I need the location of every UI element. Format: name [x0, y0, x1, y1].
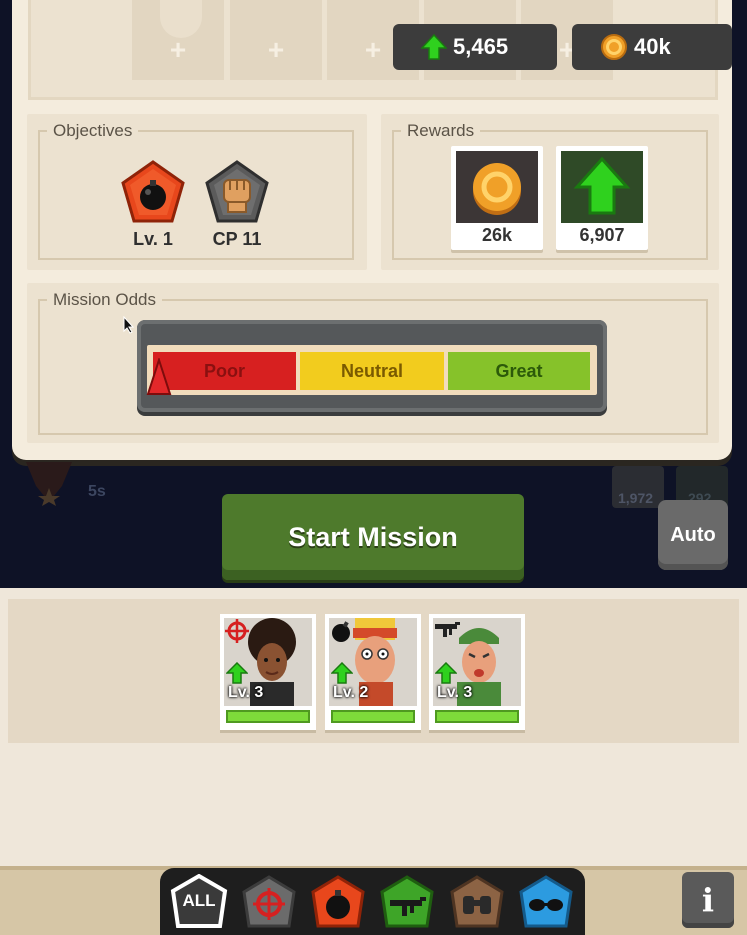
timer-text: 5s [88, 483, 106, 500]
squad-card-1[interactable]: Lv. 3 [220, 614, 316, 730]
auto-button[interactable]: Auto [658, 500, 728, 570]
up-arrow-icon [226, 662, 248, 684]
start-mission-button[interactable]: Start Mission [222, 494, 524, 580]
coins-counter: 40k [572, 24, 732, 70]
odds-segment-great: Great [448, 352, 590, 390]
binoculars-icon [450, 875, 504, 928]
squad-card-2[interactable]: Lv. 2 [325, 614, 421, 730]
crosshair-icon [242, 875, 296, 928]
filter-all-label: ALL [182, 891, 216, 910]
rifle-icon [380, 875, 434, 928]
rewards-box: Rewards [381, 114, 719, 270]
upgrade-points-value: 5,465 [453, 34, 509, 59]
info-button[interactable]: i [682, 872, 734, 928]
filter-stealth[interactable] [517, 874, 575, 932]
up-arrow-icon [435, 662, 457, 684]
reward-upgrade-card[interactable]: 6,907 [556, 146, 648, 250]
up-arrow-icon [573, 156, 631, 215]
soldier-level: Lv. 3 [228, 684, 264, 701]
crosshair-icon [225, 619, 249, 643]
plus-icon: + [169, 33, 187, 65]
upgrade-points-counter: 5,465 [393, 24, 557, 70]
bomb-icon [121, 160, 185, 223]
cursor-icon [123, 316, 135, 334]
rank-badge [18, 462, 80, 506]
filter-sniper[interactable] [240, 874, 298, 932]
objective-label: Lv. 1 [133, 229, 173, 249]
coin-icon [473, 163, 521, 215]
odds-segment-neutral: Neutral [300, 352, 444, 390]
odds-indicator-icon [146, 358, 172, 395]
objective-bomb[interactable]: Lv. 1 [120, 160, 186, 250]
fist-icon [205, 160, 269, 223]
coin-icon [601, 34, 627, 60]
health-bar [331, 710, 415, 723]
squad-card-3[interactable]: Lv. 3 [429, 614, 525, 730]
plus-icon: + [267, 33, 285, 65]
health-bar [435, 710, 519, 723]
reward-coins-card[interactable]: 26k [451, 146, 543, 250]
rifle-icon [435, 622, 460, 637]
health-bar [226, 710, 310, 723]
bomb-icon [311, 875, 365, 928]
objective-combat-power[interactable]: CP 11 [204, 160, 270, 250]
reward-upgrade-value: 6,907 [579, 225, 625, 245]
goggles-icon [519, 875, 573, 928]
mission-odds-title: Mission Odds [47, 290, 162, 310]
objectives-box: Objectives [27, 114, 367, 270]
background-card-1: 1,972 [612, 466, 664, 508]
objective-label: CP 11 [212, 229, 262, 249]
background-stat-1: 1,972 [618, 490, 654, 506]
filter-all[interactable]: ALL [170, 874, 228, 932]
filter-scout[interactable] [448, 874, 506, 932]
objectives-title: Objectives [47, 121, 139, 141]
plus-icon: + [364, 33, 382, 65]
squad-slot-2[interactable]: + [230, 0, 322, 80]
bomb-icon [332, 621, 350, 642]
soldier-level: Lv. 2 [333, 684, 369, 701]
rewards-title: Rewards [401, 121, 481, 141]
up-arrow-icon [331, 662, 353, 684]
coins-value: 40k [634, 34, 671, 59]
up-arrow-icon [421, 34, 447, 60]
reward-coins-value: 26k [481, 225, 513, 245]
soldier-level: Lv. 3 [437, 684, 473, 701]
filter-rifleman[interactable] [378, 874, 436, 932]
squad-slot-1[interactable]: + [132, 0, 224, 80]
odds-segment-poor: Poor [153, 352, 296, 390]
star-badge-icon [26, 462, 72, 506]
slot-silhouette [160, 0, 202, 38]
filter-demolition[interactable] [309, 874, 367, 932]
